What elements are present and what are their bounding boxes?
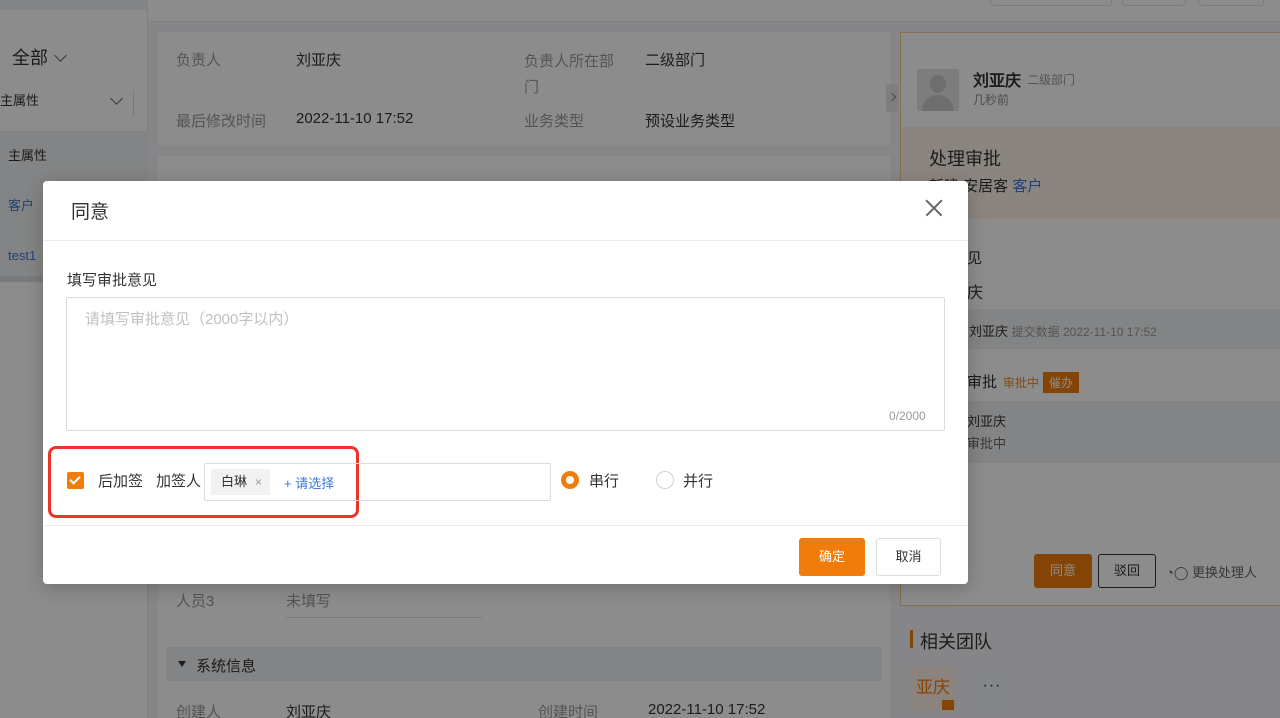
- signer-select[interactable]: 白琳 × + 请选择: [204, 463, 551, 501]
- post-sign-checkbox[interactable]: [67, 472, 84, 489]
- add-signer-button[interactable]: + 请选择: [284, 473, 334, 492]
- radio-serial[interactable]: [561, 471, 579, 489]
- radio-serial-label[interactable]: 串行: [589, 470, 619, 491]
- cancel-button[interactable]: 取消: [876, 538, 941, 576]
- char-counter: 0/2000: [889, 409, 926, 423]
- signer-tag: 白琳 ×: [211, 469, 271, 495]
- opinion-label: 填写审批意见: [67, 272, 158, 289]
- approve-dialog: 同意 填写审批意见 0/2000 后加签 加签人 白琳 × + 请选择 串行 并行…: [43, 181, 968, 584]
- dialog-header: 同意: [43, 181, 968, 241]
- dialog-footer-divider: [43, 525, 968, 526]
- radio-parallel[interactable]: [656, 471, 674, 489]
- opinion-textarea[interactable]: [66, 297, 945, 431]
- close-icon[interactable]: ×: [255, 475, 262, 489]
- signer-label: 加签人: [156, 473, 202, 490]
- confirm-button[interactable]: 确定: [799, 538, 865, 576]
- signer-tag-label: 白琳: [221, 474, 248, 489]
- radio-parallel-label[interactable]: 并行: [683, 470, 713, 491]
- dialog-title: 同意: [71, 202, 110, 223]
- post-sign-label[interactable]: 后加签: [98, 470, 143, 491]
- close-icon[interactable]: [923, 197, 945, 219]
